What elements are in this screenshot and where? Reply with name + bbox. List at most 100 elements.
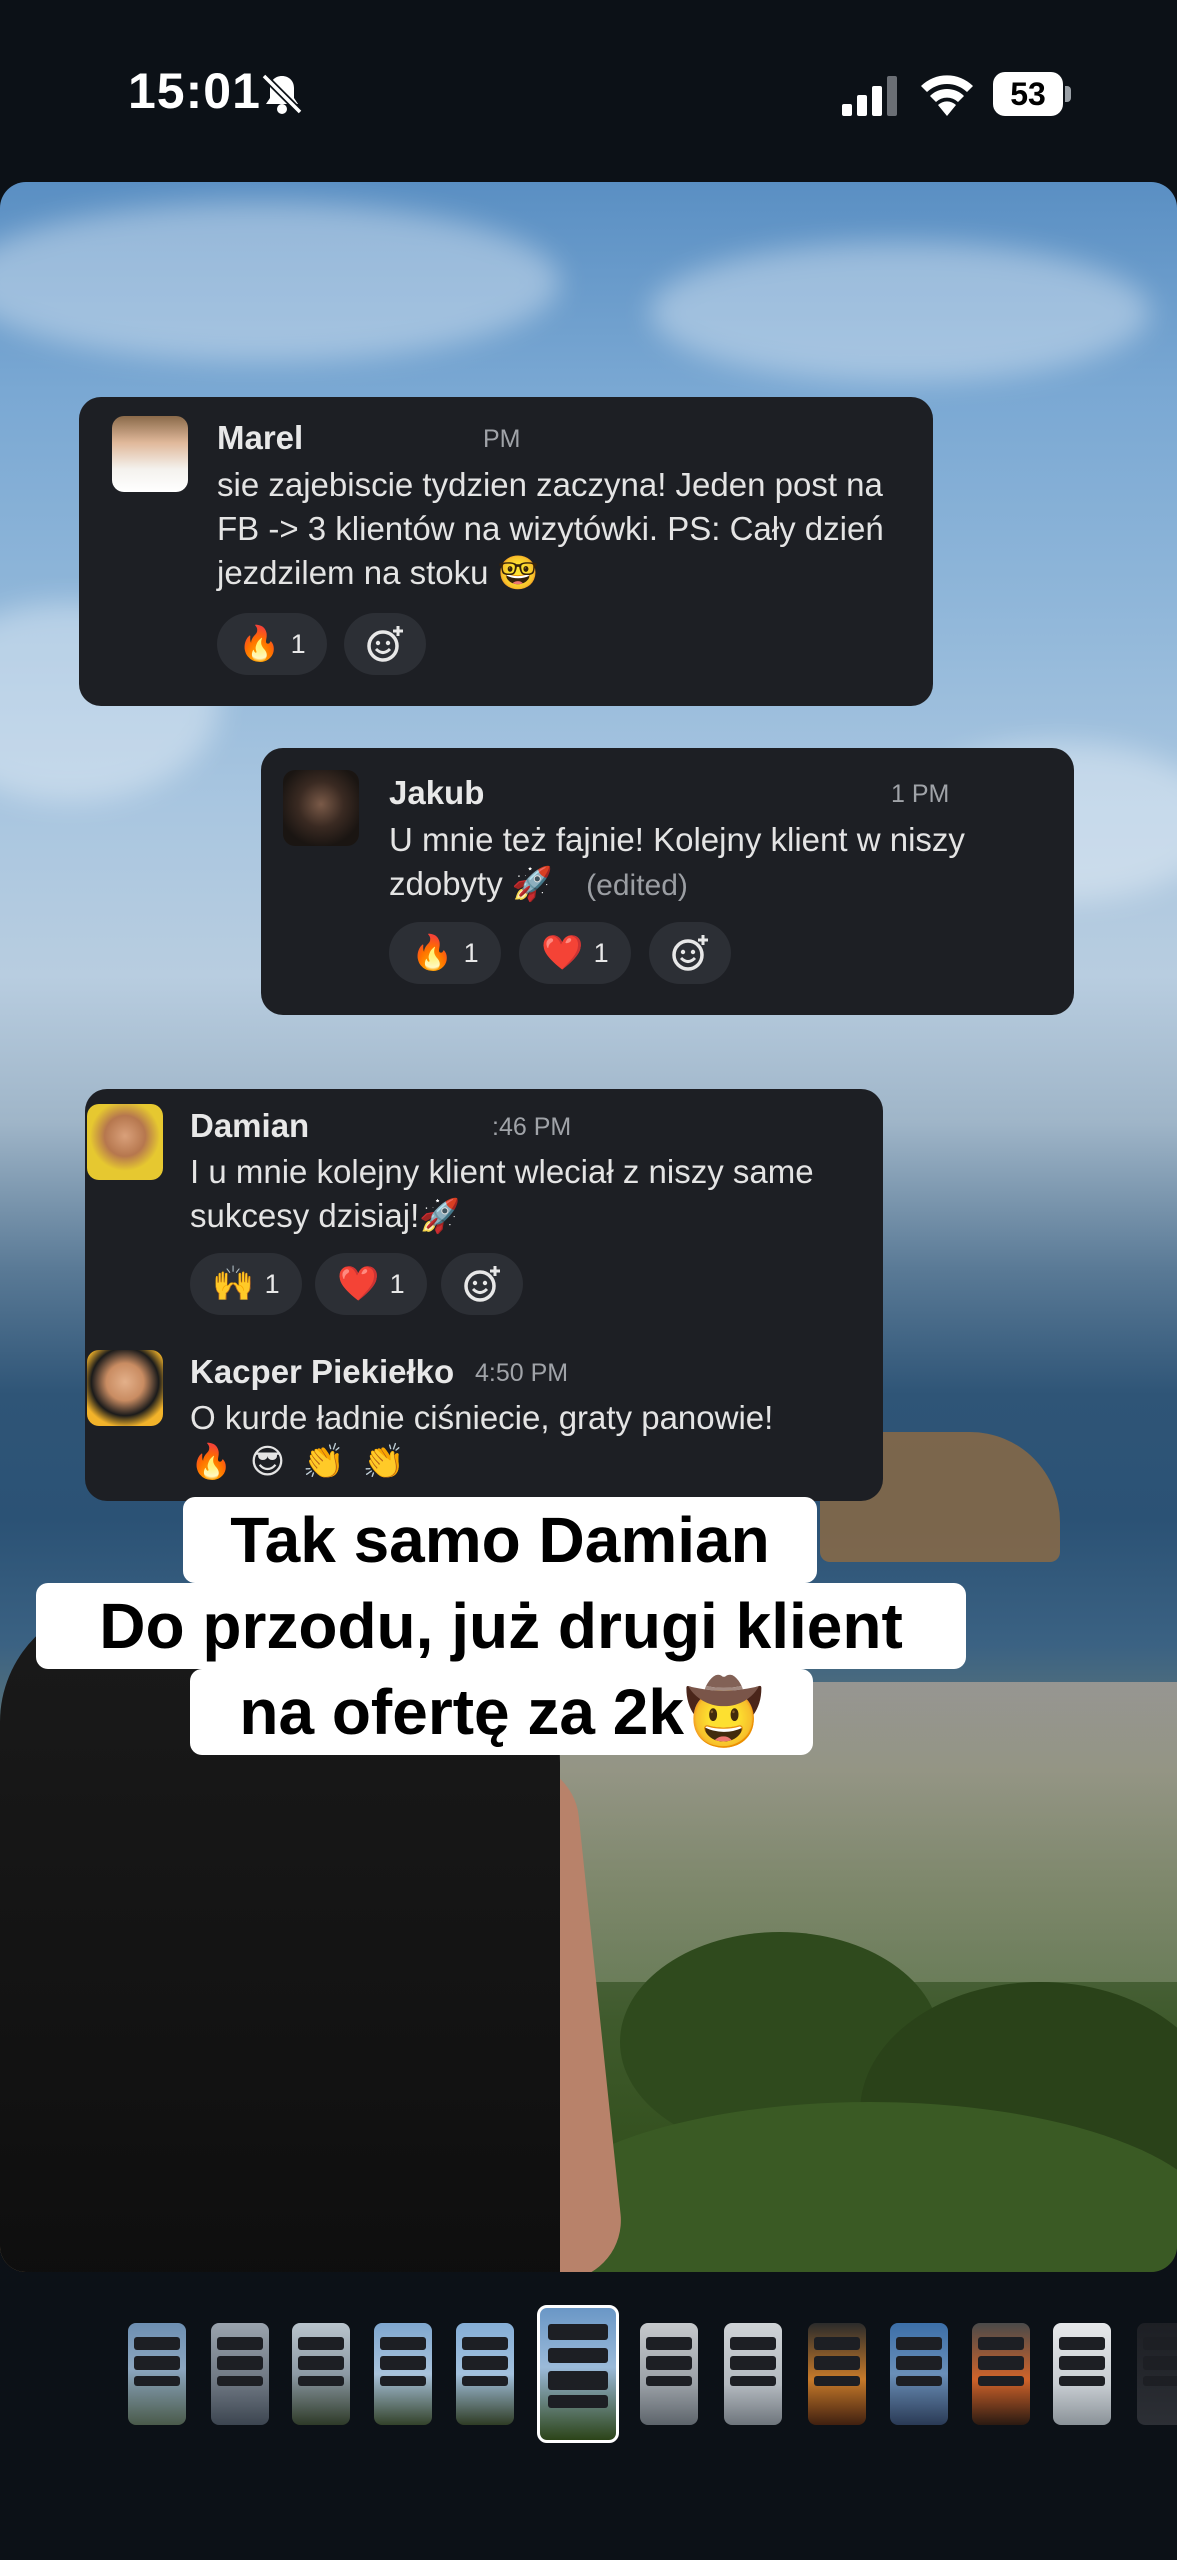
- reaction-emoji: ❤️: [541, 934, 584, 972]
- thumbnail-message-preview: [297, 2376, 345, 2387]
- thumbnail-message-preview: [216, 2355, 264, 2370]
- caption-line-3: na ofertę za 2k🤠: [190, 1669, 813, 1755]
- reaction-raised-hands[interactable]: 🙌 1: [190, 1253, 302, 1315]
- thumbnail-message-preview: [297, 2355, 345, 2370]
- thumbnail-message-preview: [547, 2323, 609, 2340]
- story-thumbnail[interactable]: [211, 2323, 269, 2425]
- thumbnail-message-preview: [813, 2337, 861, 2350]
- battery-tip: [1065, 86, 1071, 102]
- avatar: [87, 1350, 163, 1426]
- timestamp: 4:50 PM: [475, 1359, 569, 1387]
- message-card-jakub: Jakub 1 PM U mnie też fajnie! Kolejny kl…: [261, 748, 1074, 1015]
- reaction-emoji: 🙌: [212, 1265, 255, 1303]
- bush: [520, 2102, 1177, 2272]
- reaction-emoji: 🔥: [411, 934, 454, 972]
- reaction-count: 1: [463, 937, 479, 968]
- reaction-fire[interactable]: 🔥 1: [389, 922, 501, 984]
- cloud: [650, 242, 1150, 382]
- thumbnail-message-preview: [461, 2355, 509, 2370]
- thumbnail-message-preview: [645, 2337, 693, 2350]
- story-thumbnail[interactable]: [128, 2323, 186, 2425]
- story-thumbnail[interactable]: [640, 2323, 698, 2425]
- thumbnail-message-preview: [977, 2337, 1025, 2350]
- thumbnail-message-preview: [1058, 2337, 1106, 2350]
- thumbnail-message-preview: [1058, 2376, 1106, 2387]
- add-reaction-button[interactable]: [441, 1253, 523, 1315]
- thumbnail-message-preview: [729, 2376, 777, 2387]
- reaction-count: 1: [389, 1268, 405, 1299]
- add-reaction-icon: [672, 935, 708, 971]
- cloud: [0, 202, 560, 362]
- message-card-marel: Marel PM sie zajebiscie tydzien zaczyna!…: [79, 397, 933, 706]
- add-reaction-icon: [464, 1266, 500, 1302]
- thumbnail-message-preview: [645, 2355, 693, 2370]
- story-thumbnail[interactable]: [456, 2323, 514, 2425]
- message-text: sie zajebiscie tydzien zaczyna! Jeden po…: [217, 466, 884, 591]
- timestamp: 1 PM: [891, 780, 950, 808]
- story-thumbnail-strip[interactable]: [0, 2300, 1177, 2460]
- message-text: O kurde ładnie ciśniecie, graty panowie!: [190, 1399, 774, 1436]
- reaction-count: 1: [264, 1268, 280, 1299]
- emoji-line: 🔥 😎 👏 👏: [190, 1443, 409, 1481]
- thumbnail-message-preview: [461, 2376, 509, 2387]
- reaction-heart[interactable]: ❤️ 1: [315, 1253, 427, 1315]
- thumbnail-message-preview: [895, 2376, 943, 2387]
- avatar: [283, 770, 359, 846]
- thumbnail-message-preview: [547, 2347, 609, 2364]
- message-card-thread: Damian :46 PM I u mnie kolejny klient wl…: [85, 1089, 883, 1501]
- thumbnail-message-preview: [813, 2355, 861, 2370]
- message-text: I u mnie kolejny klient wleciał z niszy …: [190, 1153, 814, 1234]
- thumbnail-message-preview: [133, 2355, 181, 2370]
- add-reaction-icon: [367, 626, 403, 662]
- author-name[interactable]: Jakub: [389, 774, 484, 812]
- status-time: 15:01: [128, 63, 261, 119]
- thumbnail-message-preview: [297, 2337, 345, 2350]
- reaction-fire[interactable]: 🔥 1: [217, 613, 327, 675]
- add-reaction-button[interactable]: [344, 613, 426, 675]
- story-thumbnail[interactable]: [972, 2323, 1030, 2425]
- reaction-emoji: ❤️: [337, 1265, 380, 1303]
- reaction-count: 1: [593, 937, 609, 968]
- thumbnail-message-preview: [216, 2337, 264, 2350]
- thumbnail-message-preview: [895, 2355, 943, 2370]
- thumbnail-message-preview: [379, 2355, 427, 2370]
- battery-icon: 53: [993, 72, 1071, 116]
- thumbnail-message-preview: [1058, 2355, 1106, 2370]
- thumbnail-message-preview: [133, 2376, 181, 2387]
- thumbnail-message-preview: [1142, 2376, 1177, 2387]
- thumbnail-message-preview: [547, 2371, 609, 2390]
- story-thumbnail[interactable]: [374, 2323, 432, 2425]
- story-thumbnail[interactable]: [808, 2323, 866, 2425]
- caption-line-1: Tak samo Damian: [183, 1497, 817, 1583]
- thumbnail-message-preview: [977, 2355, 1025, 2370]
- story-thumbnail[interactable]: [1053, 2323, 1111, 2425]
- thumbnail-message-preview: [379, 2376, 427, 2387]
- message-text: U mnie też fajnie! Kolejny klient w nisz…: [389, 818, 1049, 908]
- story-thumbnail[interactable]: [1137, 2323, 1177, 2425]
- thumbnail-message-preview: [729, 2355, 777, 2370]
- reaction-count: 1: [290, 628, 306, 659]
- thumbnail-message-preview: [1142, 2337, 1177, 2350]
- cellular-signal-icon: [842, 76, 897, 116]
- story-thumbnail[interactable]: [724, 2323, 782, 2425]
- story-thumbnail[interactable]: [292, 2323, 350, 2425]
- thumbnail-message-preview: [977, 2376, 1025, 2387]
- thumbnail-message-preview: [645, 2376, 693, 2387]
- thumbnail-message-preview: [729, 2337, 777, 2350]
- thumbnail-message-preview: [813, 2376, 861, 2387]
- author-name[interactable]: Damian: [190, 1107, 309, 1145]
- thumbnail-message-preview: [216, 2376, 264, 2387]
- story-thumbnail[interactable]: [890, 2323, 948, 2425]
- thumbnail-message-preview: [461, 2337, 509, 2350]
- author-name[interactable]: Kacper Piekiełko: [190, 1353, 454, 1391]
- story-thumbnail-active[interactable]: [537, 2305, 619, 2443]
- timestamp: :46 PM: [492, 1113, 572, 1141]
- add-reaction-button[interactable]: [649, 922, 731, 984]
- avatar: [87, 1104, 163, 1180]
- author-name[interactable]: Marel: [217, 419, 303, 457]
- edited-label: (edited): [586, 869, 688, 902]
- thumbnail-message-preview: [379, 2337, 427, 2350]
- avatar: [112, 416, 188, 492]
- reaction-heart[interactable]: ❤️ 1: [519, 922, 631, 984]
- wifi-icon: [921, 75, 973, 116]
